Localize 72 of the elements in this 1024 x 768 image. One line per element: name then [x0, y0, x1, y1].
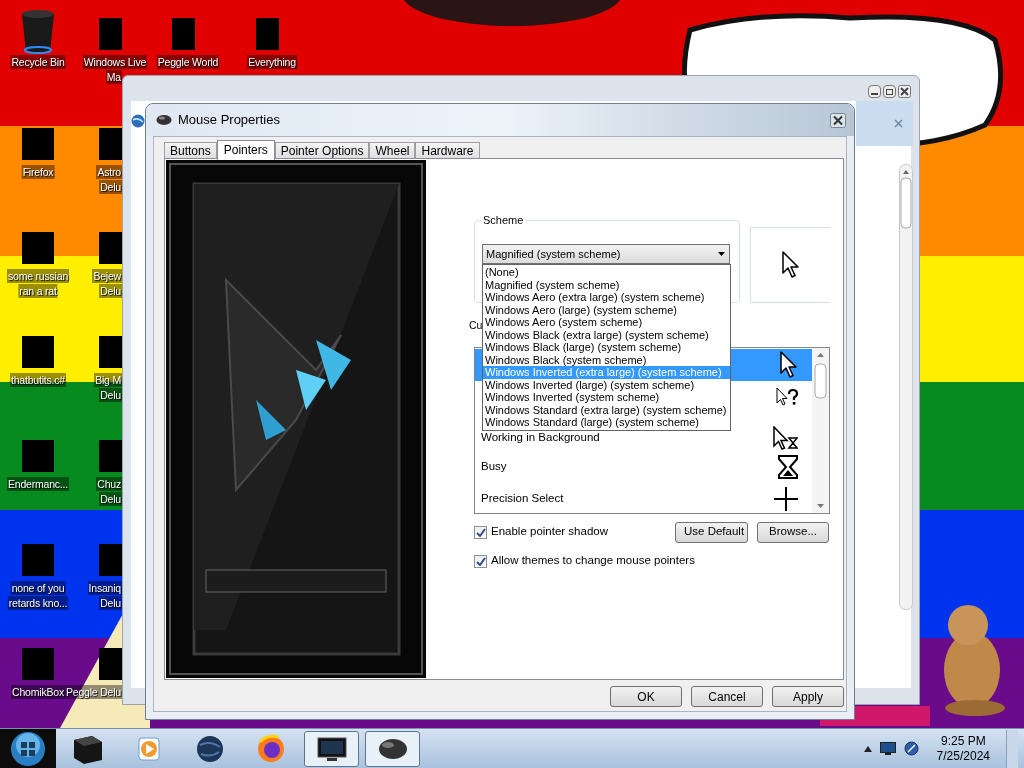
- crosshair-icon: [774, 487, 798, 511]
- button[interactable]: Cancel: [691, 686, 763, 707]
- arrow-pointer-icon: [780, 351, 798, 379]
- minimize-button[interactable]: [868, 85, 881, 98]
- maximize-button[interactable]: [883, 85, 896, 98]
- dropdown-option[interactable]: Windows Black (system scheme): [483, 353, 730, 366]
- start-button[interactable]: [0, 728, 56, 768]
- icon-label[interactable]: Delu: [99, 492, 122, 506]
- window-title: Mouse Properties: [178, 111, 280, 130]
- mouse-icon: [156, 114, 172, 126]
- dropdown-option[interactable]: Windows Black (extra large) (system scheme): [483, 328, 730, 341]
- caret-icon[interactable]: [863, 745, 872, 752]
- list-item-label[interactable]: Precision Select: [481, 490, 774, 508]
- checkmark-icon: [475, 556, 486, 566]
- icon-label[interactable]: Insaniq: [87, 581, 122, 595]
- button[interactable]: Apply: [772, 686, 844, 707]
- dropdown-option[interactable]: Windows Aero (system scheme): [483, 316, 730, 329]
- dropdown-option[interactable]: Windows Standard (large) (system scheme): [483, 416, 730, 429]
- hourglass-icon: [778, 455, 798, 479]
- scrollbar[interactable]: [899, 164, 913, 610]
- dropdown-option[interactable]: Windows Aero (extra large) (system scheme): [483, 291, 730, 304]
- icon-label[interactable]: Delu: [99, 596, 122, 610]
- checkbox[interactable]: [474, 525, 487, 539]
- checkbox[interactable]: [474, 554, 487, 568]
- monitor-icon[interactable]: [879, 742, 896, 755]
- icon-label[interactable]: Delu: [99, 388, 122, 402]
- icon-label[interactable]: Recycle Bin: [10, 55, 66, 69]
- taskbar-button[interactable]: [365, 730, 420, 767]
- icon-label[interactable]: ChomikBox: [11, 685, 65, 699]
- button[interactable]: OK: [610, 686, 682, 707]
- field-label: Cu: [469, 318, 483, 332]
- dropdown-option[interactable]: Windows Standard (extra large) (system scheme): [483, 403, 730, 416]
- icon-label[interactable]: Everything: [247, 55, 297, 69]
- start-orb-icon: [10, 730, 46, 767]
- circle-icon[interactable]: [903, 741, 919, 756]
- show-desktop-button[interactable]: [1006, 729, 1018, 768]
- button[interactable]: Browse...: [757, 521, 829, 543]
- icon-label[interactable]: Ma: [105, 70, 122, 84]
- dropdown-option[interactable]: Windows Aero (large) (system scheme): [483, 303, 730, 316]
- icon-label[interactable]: Chuz: [96, 477, 122, 491]
- checkbox-label[interactable]: Enable pointer shadow: [491, 523, 608, 541]
- close-icon[interactable]: [894, 119, 903, 128]
- globe-icon: [131, 114, 145, 128]
- button[interactable]: Use Default: [675, 521, 748, 543]
- icon-label[interactable]: Endermanc...: [7, 477, 69, 491]
- list-item-label[interactable]: Working in Background: [481, 429, 773, 447]
- icon-label[interactable]: Peggle World: [156, 55, 220, 69]
- icon-label[interactable]: Firefox: [21, 165, 55, 179]
- dropdown-option[interactable]: Windows Black (large) (system scheme): [483, 341, 730, 354]
- arrow-pointer-icon: [781, 251, 800, 279]
- help-pointer-icon: [776, 387, 798, 407]
- close-button[interactable]: [898, 85, 911, 98]
- list-item-label[interactable]: Busy: [481, 458, 778, 476]
- dropdown-option[interactable]: Windows Inverted (large) (system scheme): [483, 378, 730, 391]
- busy-pointer-icon: [773, 426, 798, 450]
- clock-date[interactable]: 7/25/2024: [936, 748, 990, 764]
- clock-time[interactable]: 9:25 PM: [940, 733, 986, 749]
- group-label: Scheme: [481, 213, 526, 227]
- tab[interactable]: Pointers: [216, 140, 275, 160]
- icon-label[interactable]: Delu: [99, 180, 122, 194]
- icon-label[interactable]: Windows Live: [82, 55, 148, 69]
- checkbox-label[interactable]: Allow themes to change mouse pointers: [491, 552, 695, 570]
- dropdown-option[interactable]: Magnified (system scheme): [483, 278, 730, 291]
- dropdown-option[interactable]: (None): [483, 266, 730, 279]
- dropdown-option[interactable]: Windows Inverted (system scheme): [483, 391, 730, 404]
- close-button[interactable]: [830, 112, 846, 128]
- checkmark-icon: [475, 527, 486, 537]
- icon-label[interactable]: retards kno...: [7, 596, 69, 610]
- icon-label[interactable]: none of you: [10, 581, 66, 595]
- icon-label[interactable]: Astro: [96, 165, 122, 179]
- scrollbar[interactable]: [812, 348, 829, 513]
- taskbar-button[interactable]: [304, 730, 359, 767]
